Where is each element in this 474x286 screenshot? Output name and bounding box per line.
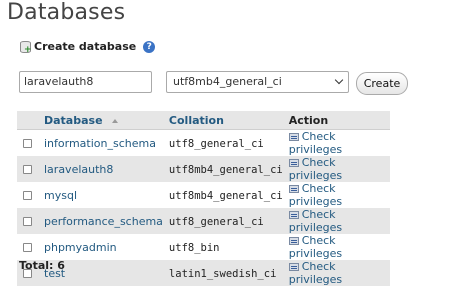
table-row: mysql utf8mb4_general_ci Check privilege… — [17, 182, 390, 208]
row-checkbox[interactable] — [23, 190, 32, 200]
collation-value: utf8mb4_general_ci — [168, 163, 283, 176]
database-link[interactable]: information_schema — [44, 137, 156, 150]
chevron-down-icon — [334, 75, 344, 85]
collation-select-value: utf8mb4_general_ci — [173, 75, 282, 88]
table-row: information_schema utf8_general_ci Check… — [17, 129, 390, 156]
row-checkbox[interactable] — [23, 164, 32, 174]
database-name-input[interactable]: laravelauth8 — [19, 71, 152, 93]
help-icon[interactable]: ? — [143, 40, 156, 53]
privileges-icon — [288, 263, 299, 271]
header-database[interactable]: Database — [41, 111, 166, 130]
database-link[interactable]: laravelauth8 — [44, 163, 113, 176]
databases-table: Database Collation Action information_sc… — [17, 111, 390, 286]
row-checkbox[interactable] — [23, 138, 32, 148]
page-title: Databases — [7, 0, 126, 25]
row-checkbox[interactable] — [23, 216, 32, 226]
privileges-icon — [288, 133, 299, 141]
total-count: Total: 6 — [19, 259, 65, 272]
table-header-row: Database Collation Action — [17, 111, 390, 130]
header-checkbox-column — [17, 111, 41, 130]
database-link[interactable]: phpmyadmin — [44, 241, 117, 254]
collation-value: latin1_swedish_ci — [168, 267, 277, 280]
create-button[interactable]: Create — [356, 72, 408, 95]
table-row: laravelauth8 utf8mb4_general_ci Check pr… — [17, 156, 390, 182]
table-row: phpmyadmin utf8_bin Check privileges — [17, 234, 390, 260]
privileges-icon — [288, 185, 299, 193]
create-database-label: Create database — [34, 40, 137, 53]
header-action: Action — [285, 111, 390, 130]
database-link[interactable]: performance_schema — [44, 215, 163, 228]
privileges-icon — [288, 211, 299, 219]
collation-value: utf8mb4_general_ci — [168, 189, 283, 202]
privileges-icon — [288, 237, 299, 245]
row-checkbox[interactable] — [23, 242, 32, 252]
database-add-icon: + — [19, 40, 32, 55]
collation-value: utf8_general_ci — [168, 215, 264, 228]
table-row: test latin1_swedish_ci Check privileges — [17, 260, 390, 286]
header-collation[interactable]: Collation — [165, 111, 286, 130]
sort-ascending-icon — [112, 118, 119, 123]
collation-value: utf8_bin — [168, 241, 220, 254]
create-database-heading: + Create database ? — [19, 40, 156, 55]
table-row: performance_schema utf8_general_ci Check… — [17, 208, 390, 234]
collation-value: utf8_general_ci — [168, 137, 264, 150]
collation-select[interactable]: utf8mb4_general_ci — [166, 71, 349, 93]
database-link[interactable]: mysql — [44, 189, 77, 202]
privileges-icon — [288, 159, 299, 167]
